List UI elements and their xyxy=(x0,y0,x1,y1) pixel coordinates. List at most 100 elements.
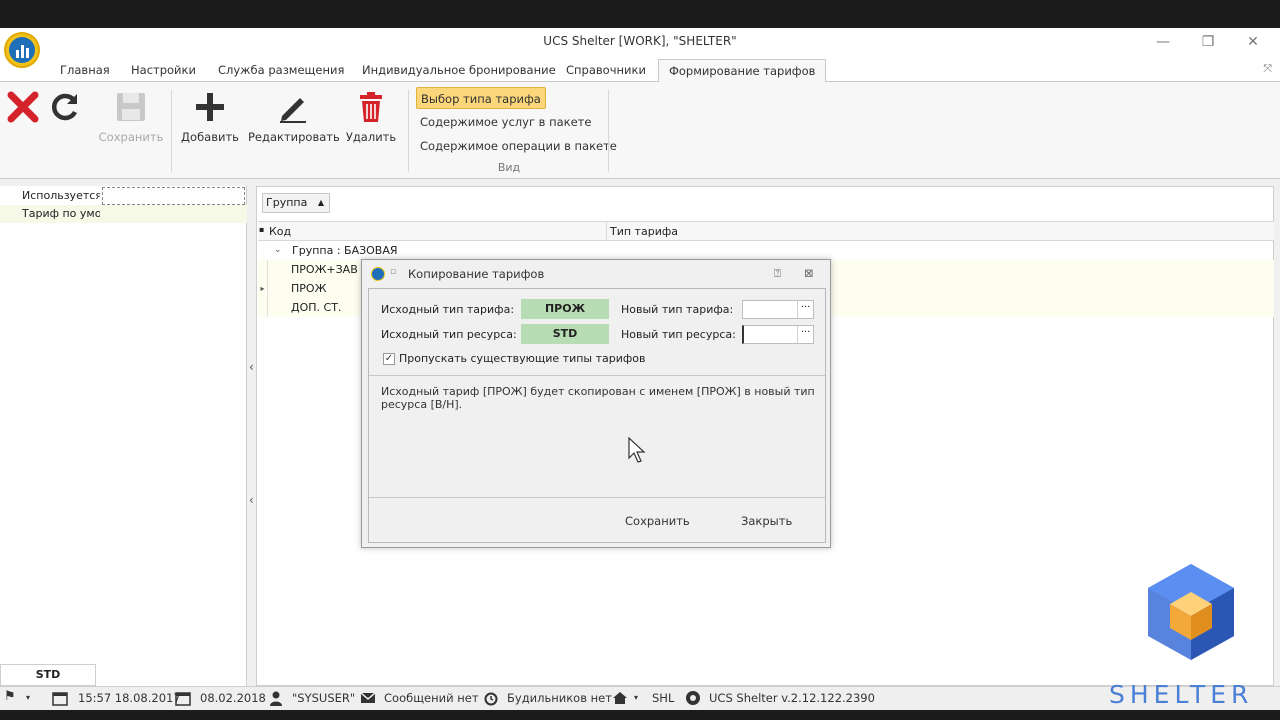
shelter-brand-word: SHELTER xyxy=(1109,680,1254,709)
red-x-icon xyxy=(7,91,39,123)
dialog-save-button[interactable]: Сохранить xyxy=(625,511,690,531)
view-select-tariff-type[interactable]: Выбор типа тарифа xyxy=(416,87,546,109)
app-logo-icon xyxy=(371,267,385,281)
home-icon xyxy=(613,692,627,704)
window-title: UCS Shelter [WORK], "SHELTER" xyxy=(543,34,737,48)
tab-tariff-formation[interactable]: Формирование тарифов xyxy=(658,59,827,82)
work-date: 08.02.2018 xyxy=(200,691,266,705)
collapse-left-icon[interactable]: ‹ xyxy=(249,360,254,374)
property-value-field[interactable] xyxy=(102,187,245,205)
group-row[interactable]: ⌄ Группа : БАЗОВАЯ xyxy=(258,241,1274,260)
edit-label: Редактировать xyxy=(248,130,340,144)
column-chooser-icon[interactable]: ▪ xyxy=(259,225,264,234)
column-header-tariff-type[interactable]: Тип тарифа xyxy=(610,225,678,238)
property-row[interactable]: Тариф по умолчанию xyxy=(0,205,247,223)
dialog-menu-icon[interactable]: ▫ xyxy=(390,267,396,277)
tab-accommodation[interactable]: Служба размещения xyxy=(208,59,354,82)
dialog-divider xyxy=(369,375,825,376)
user-icon xyxy=(270,691,282,706)
property-row[interactable]: Используется с xyxy=(0,187,247,205)
browse-button[interactable]: ··· xyxy=(797,301,813,318)
restore-button[interactable]: ❐ xyxy=(1193,32,1223,52)
property-value-field[interactable] xyxy=(102,205,245,223)
dialog-title-bar: ▫ Копирование тарифов ⍰ ⊠ xyxy=(362,260,830,288)
grid-header: ▪ Код Тип тарифа xyxy=(258,221,1274,241)
skip-existing-label[interactable]: Пропускать существующие типы тарифов xyxy=(399,352,646,365)
close-icon[interactable]: ⊠ xyxy=(804,266,814,280)
hotel-code: SHL xyxy=(652,691,675,705)
mouse-cursor-icon xyxy=(628,437,646,463)
copy-message: Исходный тариф [ПРОЖ] будет скопирован с… xyxy=(381,385,815,411)
sort-up-icon: ▲ xyxy=(317,198,324,207)
ribbon-tabs: Главная Настройки Служба размещения Инди… xyxy=(0,56,1280,82)
refresh-button[interactable] xyxy=(48,90,82,130)
new-tariff-input[interactable]: ··· xyxy=(742,300,814,319)
save-button[interactable]: Сохранить xyxy=(98,90,164,144)
tab-individual-booking[interactable]: Индивидуальное бронирование xyxy=(352,59,566,82)
collapse-left-icon[interactable]: ‹ xyxy=(249,493,254,507)
collapse-ribbon-icon[interactable]: ⤧ xyxy=(1263,62,1272,76)
current-datetime: 15:57 18.08.2017 xyxy=(78,691,181,705)
app-status-icon xyxy=(686,691,700,705)
tab-main[interactable]: Главная xyxy=(50,59,120,82)
properties-panel: Используется с Тариф по умолчанию xyxy=(0,186,247,686)
source-resource-label: Исходный тип ресурса: xyxy=(381,328,517,341)
tab-directories[interactable]: Справочники xyxy=(556,59,656,82)
browse-button[interactable]: ··· xyxy=(797,326,813,343)
tab-settings[interactable]: Настройки xyxy=(121,59,206,82)
chevron-down-icon[interactable]: ▾ xyxy=(634,693,638,702)
new-resource-input[interactable]: ··· xyxy=(742,325,814,344)
group-chip-label: Группа xyxy=(266,196,308,209)
save-label: Сохранить xyxy=(98,130,164,144)
delete-button[interactable]: Удалить xyxy=(344,90,398,144)
calendar-icon xyxy=(52,692,68,706)
flag-icon[interactable]: ⚑ xyxy=(4,689,16,704)
pin-icon[interactable]: ⍰ xyxy=(774,266,781,281)
status-bar: ⚑ ▾ 15:57 18.08.2017 08.02.2018 "SYSUSER… xyxy=(0,686,1280,710)
view-group-caption: Вид xyxy=(497,161,521,174)
view-package-services[interactable]: Содержимое услуг в пакете xyxy=(416,111,595,133)
skip-existing-checkbox[interactable]: ✓ xyxy=(383,353,395,365)
plus-icon xyxy=(196,93,224,121)
video-top-band xyxy=(0,0,1280,28)
property-key: Используется с xyxy=(22,189,100,202)
close-window-button[interactable]: ✕ xyxy=(1238,32,1268,52)
dialog-body: Исходный тип тарифа: ПРОЖ Новый тип тари… xyxy=(368,288,826,543)
column-divider xyxy=(606,222,607,241)
copy-tariffs-dialog: ▫ Копирование тарифов ⍰ ⊠ Исходный тип т… xyxy=(361,259,831,548)
app-logo-icon[interactable] xyxy=(4,32,40,68)
dialog-close-button[interactable]: Закрыть xyxy=(741,511,792,531)
edit-button[interactable]: Редактировать xyxy=(248,90,340,144)
column-header-code[interactable]: Код xyxy=(269,225,291,238)
current-user: "SYSUSER" xyxy=(292,691,356,705)
messages-status[interactable]: Сообщений нет xyxy=(384,691,479,705)
refresh-icon xyxy=(51,93,78,121)
calendar-icon xyxy=(175,692,191,706)
source-tariff-value: ПРОЖ xyxy=(521,299,609,319)
property-key: Тариф по умолчанию xyxy=(22,207,100,220)
group-row-label: Группа : БАЗОВАЯ xyxy=(292,244,398,257)
view-package-operations[interactable]: Содержимое операции в пакете xyxy=(416,135,621,157)
add-label: Добавить xyxy=(181,130,239,144)
row-code: ДОП. СТ. xyxy=(291,301,342,314)
new-resource-label: Новый тип ресурса: xyxy=(621,328,736,341)
floppy-disk-icon xyxy=(117,93,145,121)
row-code: ПРОЖ+ЗАВ xyxy=(291,263,358,276)
status-resource-label: STD xyxy=(0,664,96,686)
cancel-button[interactable] xyxy=(6,90,40,130)
chevron-down-icon[interactable]: ⌄ xyxy=(274,241,282,260)
app-version: UCS Shelter v.2.12.122.2390 xyxy=(709,691,875,705)
chevron-down-icon[interactable]: ▾ xyxy=(26,693,30,702)
source-tariff-label: Исходный тип тарифа: xyxy=(381,303,515,316)
delete-label: Удалить xyxy=(345,130,397,144)
minimize-button[interactable]: — xyxy=(1148,32,1178,52)
envelope-icon xyxy=(360,692,376,703)
add-button[interactable]: Добавить xyxy=(180,90,240,144)
pencil-icon xyxy=(280,98,306,123)
new-tariff-label: Новый тип тарифа: xyxy=(621,303,734,316)
ribbon-separator xyxy=(171,90,172,172)
alarms-status[interactable]: Будильников нет xyxy=(507,691,612,705)
group-by-chip[interactable]: Группа ▲ xyxy=(262,193,330,213)
alarm-clock-icon xyxy=(484,692,498,706)
ribbon-separator xyxy=(608,90,609,172)
